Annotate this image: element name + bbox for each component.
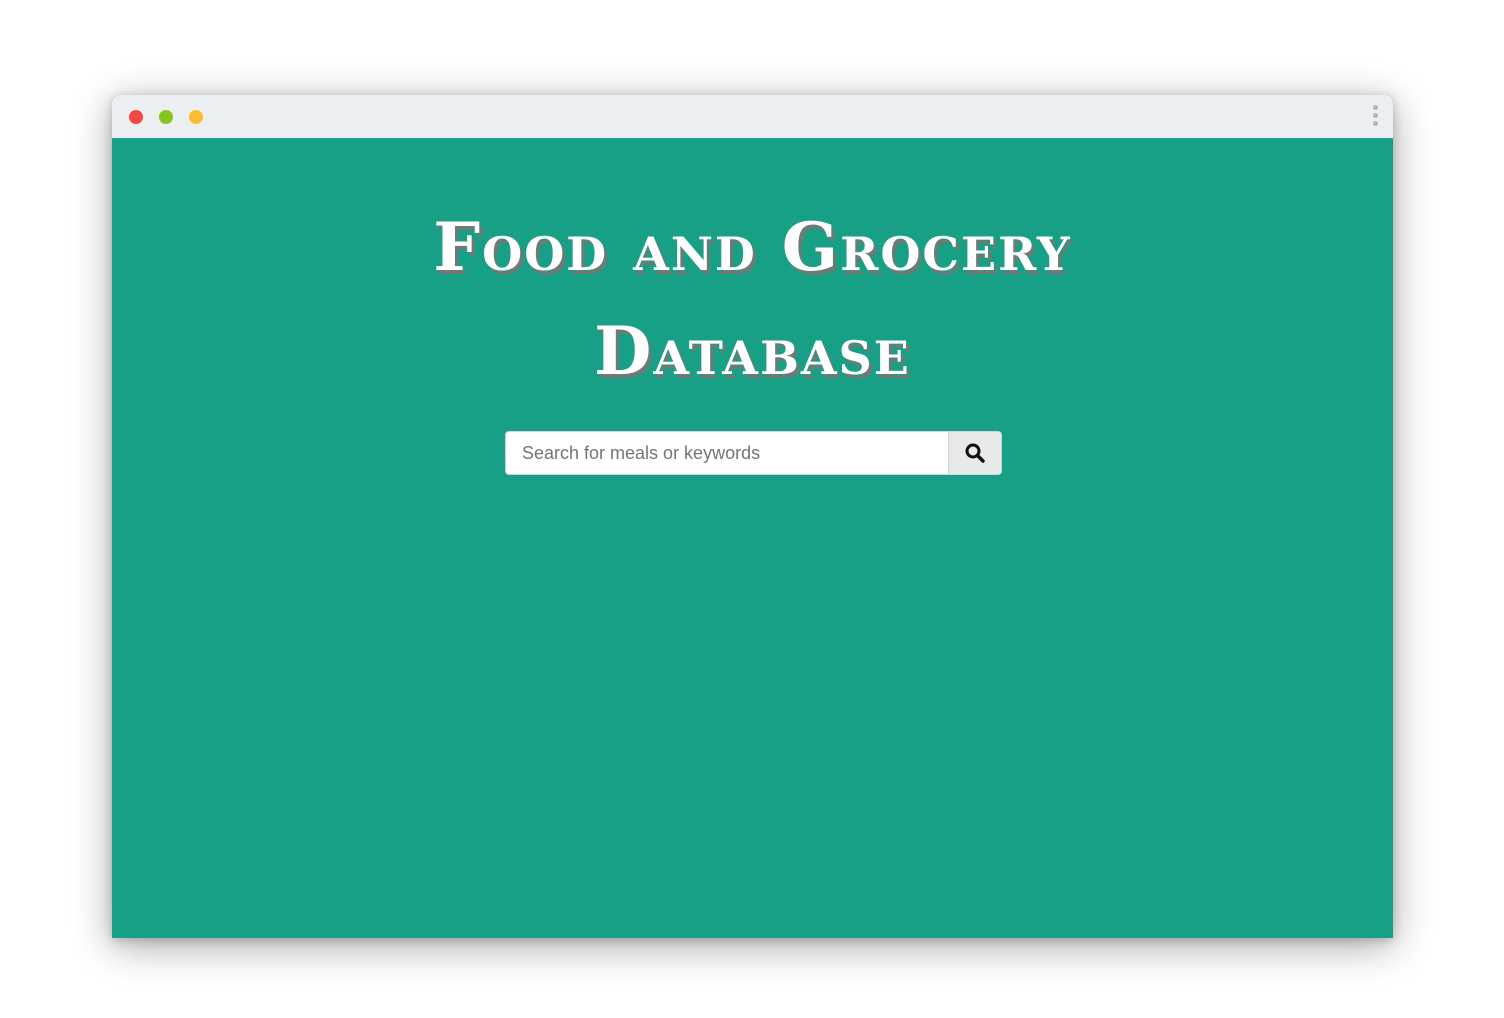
window-titlebar bbox=[112, 95, 1393, 138]
page-content: Food and Grocery Database bbox=[112, 138, 1393, 938]
search-icon bbox=[965, 443, 985, 463]
page-title-line1: Food and Grocery bbox=[433, 208, 1072, 286]
close-window-button[interactable] bbox=[129, 110, 143, 124]
search-button[interactable] bbox=[948, 432, 1001, 474]
minimize-window-button[interactable] bbox=[159, 110, 173, 124]
search-input[interactable] bbox=[506, 432, 948, 474]
maximize-window-button[interactable] bbox=[189, 110, 203, 124]
page-title: Food and Grocery Database bbox=[112, 195, 1393, 403]
page-title-line2: Database bbox=[594, 312, 911, 390]
browser-window: Food and Grocery Database bbox=[112, 95, 1393, 938]
kebab-menu-icon[interactable] bbox=[1371, 105, 1379, 129]
search-bar bbox=[505, 431, 1002, 475]
